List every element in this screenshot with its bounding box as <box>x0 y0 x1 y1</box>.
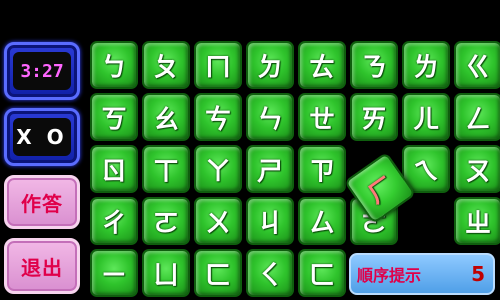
answer-button-label: 作答 <box>21 191 63 216</box>
zhuyin-tile[interactable]: ㄦ <box>402 93 450 141</box>
zhuyin-tile[interactable]: ㄙ <box>298 197 346 245</box>
zhuyin-tile[interactable]: ㄕ <box>246 145 294 193</box>
zhuyin-tile[interactable]: ㄔ <box>90 197 138 245</box>
zhuyin-tile[interactable]: ㄓ <box>454 197 500 245</box>
zhuyin-tile[interactable]: ㄗ <box>298 145 346 193</box>
zhuyin-tile[interactable]: ㄠ <box>142 93 190 141</box>
zhuyin-tile[interactable]: ㄋ <box>350 41 398 89</box>
zhuyin-tile[interactable]: ㄥ <box>454 93 500 141</box>
zhuyin-tile[interactable]: ㄡ <box>454 145 500 193</box>
zhuyin-tile[interactable]: ㄐ <box>246 197 294 245</box>
timer-panel: 3:27 <box>4 42 80 100</box>
exit-button-label: 退出 <box>21 255 63 280</box>
zhuyin-tile[interactable]: ㄑ <box>246 249 294 297</box>
zhuyin-tile[interactable]: ㄆ <box>142 41 190 89</box>
zhuyin-tile[interactable]: ㄍ <box>454 41 500 89</box>
exit-button[interactable]: 退出 <box>4 238 80 294</box>
zhuyin-tile[interactable]: ㄈ <box>194 249 242 297</box>
zhuyin-tile[interactable]: ㄈ <box>298 249 346 297</box>
order-hint-count: 5 <box>471 262 485 286</box>
zhuyin-tile[interactable]: ㄅ <box>90 41 138 89</box>
answer-button[interactable]: 作答 <box>4 175 80 229</box>
zhuyin-tile[interactable]: ㄇ <box>194 41 242 89</box>
order-hint-button[interactable]: 順序提示 5 <box>349 253 495 295</box>
zhuyin-tile[interactable]: ㄌ <box>402 41 450 89</box>
score-marks: X O <box>13 118 71 156</box>
zhuyin-tile[interactable]: ㄨ <box>194 197 242 245</box>
zhuyin-tile[interactable]: ㄘ <box>194 93 242 141</box>
zhuyin-tile[interactable]: ㄝ <box>298 93 346 141</box>
score-panel: X O <box>4 108 80 166</box>
zhuyin-tile[interactable]: ㄎ <box>90 93 138 141</box>
zhuyin-tile[interactable]: ㄊ <box>298 41 346 89</box>
timer-display: 3:27 <box>13 52 71 90</box>
zhuyin-tile[interactable]: ㄧ <box>90 249 138 297</box>
zhuyin-tile[interactable]: ㄒ <box>142 145 190 193</box>
zhuyin-tile[interactable]: ㄖ <box>90 145 138 193</box>
order-hint-label: 順序提示 <box>357 266 422 285</box>
zhuyin-tile[interactable]: ㄩ <box>142 249 190 297</box>
zhuyin-tile[interactable]: ㄣ <box>246 93 294 141</box>
zhuyin-tile[interactable]: ㄛ <box>142 197 190 245</box>
zhuyin-tile[interactable]: ㄚ <box>194 145 242 193</box>
zhuyin-tile[interactable]: ㄞ <box>350 93 398 141</box>
zhuyin-tile[interactable]: ㄉ <box>246 41 294 89</box>
